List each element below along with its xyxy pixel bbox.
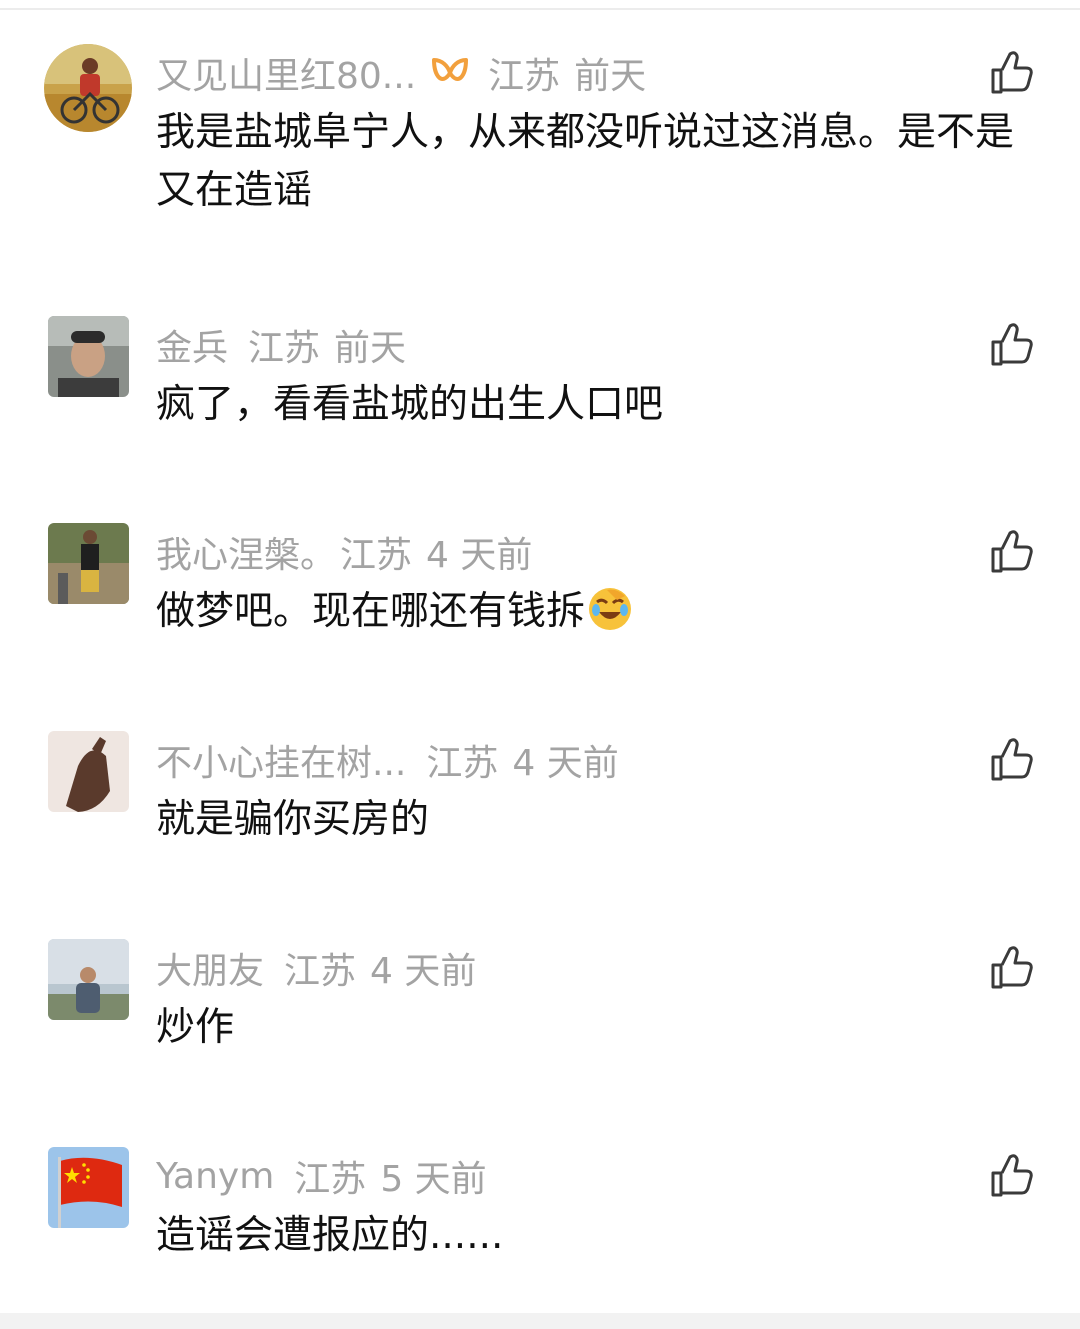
username[interactable]: 大朋友 xyxy=(156,942,264,994)
comment-text: 就是骗你买房的 xyxy=(156,797,430,842)
top-divider xyxy=(0,8,1080,10)
thumbs-up-icon xyxy=(991,323,1033,366)
comment-meta: 我心涅槃。 江苏 4 天前 xyxy=(156,527,532,577)
timestamp: 4 天前 xyxy=(370,951,477,992)
like-button[interactable] xyxy=(988,945,1034,991)
timestamp: 前天 xyxy=(334,328,407,369)
comment-meta: Yanym 江苏 5 天前 xyxy=(156,1151,487,1201)
username[interactable]: 金兵 xyxy=(156,319,228,371)
like-button[interactable] xyxy=(988,529,1034,575)
comment-text: 疯了，看看盐城的出生人口吧 xyxy=(156,382,664,427)
timestamp: 4 天前 xyxy=(426,535,533,576)
region: 江苏 xyxy=(488,56,561,97)
comment-text: 我是盐城阜宁人，从来都没听说过这消息。是不是又在造谣 xyxy=(156,110,1015,213)
avatar[interactable] xyxy=(48,316,129,397)
region: 江苏 xyxy=(426,743,499,784)
avatar[interactable] xyxy=(48,939,129,1020)
region: 江苏 xyxy=(340,535,413,576)
timestamp: 5 天前 xyxy=(380,1159,487,1200)
comment-text: 做梦吧。现在哪还有钱拆 xyxy=(156,583,1031,641)
region: 江苏 xyxy=(294,1159,367,1200)
comment-meta: 金兵 江苏 前天 xyxy=(156,320,406,370)
avatar[interactable] xyxy=(48,731,129,812)
username[interactable]: 不小心挂在树... xyxy=(156,734,406,786)
username[interactable]: 又见山里红80... xyxy=(156,47,416,99)
region: 江苏 xyxy=(284,951,357,992)
region: 江苏 xyxy=(248,328,321,369)
username[interactable]: Yanym xyxy=(156,1156,274,1197)
comment-text: 造谣会遭报应的...... xyxy=(156,1213,504,1258)
comment-meta: 又见山里红80... 江苏 前天 xyxy=(156,48,646,98)
thumbs-up-icon xyxy=(991,1154,1033,1197)
timestamp: 前天 xyxy=(574,56,647,97)
comment-meta: 大朋友 江苏 4 天前 xyxy=(156,943,476,993)
thumbs-up-icon xyxy=(991,946,1033,989)
username[interactable]: 我心涅槃。 xyxy=(156,526,336,578)
avatar[interactable] xyxy=(44,44,132,132)
avatar[interactable] xyxy=(48,1147,129,1228)
facepalm-laugh-emoji xyxy=(589,588,632,630)
thumbs-up-icon xyxy=(991,51,1033,94)
timestamp: 4 天前 xyxy=(512,743,619,784)
thumbs-up-icon xyxy=(991,530,1033,573)
vip-badge-icon xyxy=(432,58,469,81)
like-button[interactable] xyxy=(988,322,1034,368)
comment-meta: 不小心挂在树... 江苏 4 天前 xyxy=(156,735,619,785)
thumbs-up-icon xyxy=(991,738,1033,781)
comment-text: 炒作 xyxy=(156,1005,235,1050)
like-button[interactable] xyxy=(988,1153,1034,1199)
avatar[interactable] xyxy=(48,523,129,604)
like-button[interactable] xyxy=(988,50,1034,96)
bottom-divider xyxy=(0,1313,1080,1329)
like-button[interactable] xyxy=(988,737,1034,783)
comment-text-body: 做梦吧。现在哪还有钱拆 xyxy=(156,589,586,634)
